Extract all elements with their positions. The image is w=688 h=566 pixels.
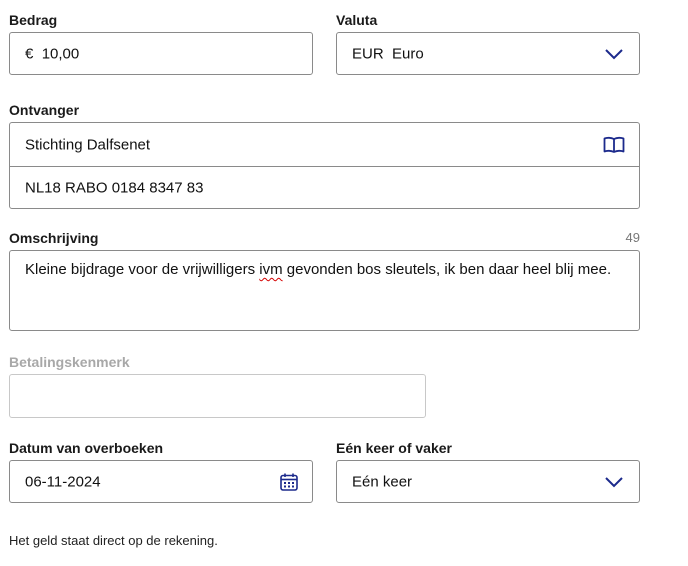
description-text-part: Kleine bijdrage voor de vrijwilligers [25, 261, 260, 278]
transfer-date-value: 06-11-2024 [25, 473, 101, 490]
recipient-label: Ontvanger [9, 102, 80, 118]
payment-form: Bedrag € 10,00 Valuta EUR Euro Ontvanger… [0, 0, 688, 566]
recipient-group: Stichting Dalfsenet NL18 RABO 0184 8347 … [9, 122, 640, 209]
amount-value: 10,00 [41, 45, 80, 62]
amount-value-text: € 10,00 [25, 45, 79, 62]
currency-code: EUR [352, 45, 384, 62]
info-note: Het geld staat direct op de rekening. [9, 533, 218, 548]
recipient-iban: NL18 RABO 0184 8347 83 [25, 179, 204, 197]
spellcheck-flagged-word: ivm [259, 261, 283, 278]
recipient-name: Stichting Dalfsenet [25, 136, 151, 153]
frequency-value: Eén keer [352, 473, 413, 490]
currency-name: Euro [392, 45, 424, 62]
transfer-date-input[interactable]: 06-11-2024 [9, 460, 313, 503]
payment-reference-label: Betalingskenmerk [9, 354, 130, 370]
calendar-icon[interactable] [279, 472, 299, 492]
amount-label: Bedrag [9, 12, 58, 28]
payment-reference-input [9, 374, 426, 418]
description-text: Kleine bijdrage voor de vrijwilligers iv… [25, 260, 624, 279]
chevron-down-icon [605, 477, 623, 488]
currency-label: Valuta [336, 12, 378, 28]
description-textarea[interactable]: Kleine bijdrage voor de vrijwilligers iv… [9, 250, 640, 331]
currency-select[interactable]: EUR Euro [336, 32, 640, 75]
transfer-date-label: Datum van overboeken [9, 440, 164, 456]
recipient-name-input[interactable]: Stichting Dalfsenet [10, 123, 639, 166]
description-label: Omschrijving [9, 230, 99, 246]
address-book-icon[interactable] [603, 136, 625, 154]
frequency-label: Eén keer of vaker [336, 440, 452, 456]
description-text-part: gevonden bos sleutels, ik ben daar heel … [282, 261, 612, 278]
chevron-down-icon [605, 49, 623, 60]
recipient-iban-input[interactable]: NL18 RABO 0184 8347 83 [10, 167, 639, 209]
frequency-select[interactable]: Eén keer [336, 460, 640, 503]
description-char-counter: 49 [625, 230, 640, 245]
amount-input[interactable]: € 10,00 [9, 32, 313, 75]
currency-value: EUR Euro [352, 45, 424, 62]
currency-symbol: € [25, 45, 34, 62]
